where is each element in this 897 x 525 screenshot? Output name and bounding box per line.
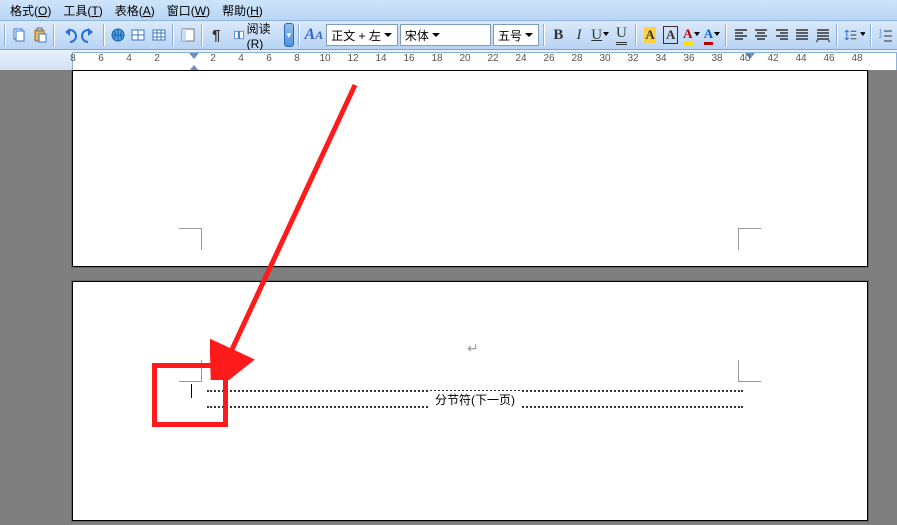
separator (635, 24, 637, 46)
separator (103, 24, 105, 46)
menu-format[interactable]: 格式(O) (4, 1, 57, 20)
align-center-button[interactable] (752, 23, 771, 47)
ruler-tick: 4 (227, 53, 255, 64)
show-marks-button[interactable]: ¶ (207, 23, 226, 47)
bold-button[interactable]: B (549, 23, 568, 47)
reading-layout-button[interactable]: 阅读(R) (228, 23, 282, 47)
ruler-tick: 34 (647, 53, 675, 64)
document-surface[interactable]: ↵ 分节符(下一页) (0, 70, 897, 525)
ruler-tick: 14 (367, 53, 395, 64)
ruler-tick: 20 (451, 53, 479, 64)
menu-window[interactable]: 窗口(W) (161, 1, 216, 20)
ruler-tick: 22 (479, 53, 507, 64)
insert-table-button[interactable] (150, 23, 169, 47)
section-break[interactable]: 分节符(下一页) (207, 390, 743, 408)
redo-button[interactable] (80, 23, 99, 47)
ruler-tick: 42 (759, 53, 787, 64)
align-justify-button[interactable] (793, 23, 812, 47)
page-gap (72, 267, 868, 281)
font-size-combo[interactable]: 五号 (493, 24, 539, 46)
ruler-tick: 2 (199, 53, 227, 64)
ruler-tick: 28 (563, 53, 591, 64)
ruler-tick: 6 (255, 53, 283, 64)
italic-button[interactable]: I (570, 23, 589, 47)
paragraph-mark-icon: ↵ (467, 340, 479, 357)
style-value: 正文 + 左 (331, 27, 381, 44)
ruler-tick: 48 (843, 53, 871, 64)
formatting-toolbar: ¶ 阅读(R) ▾ AA 正文 + 左 宋体 五号 B I U U A A A … (0, 21, 897, 50)
separator (298, 24, 300, 46)
ruler-tick: 46 (815, 53, 843, 64)
style-combo[interactable]: 正文 + 左 (326, 24, 398, 46)
highlight-button[interactable]: A (682, 23, 701, 47)
chevron-down-icon (522, 26, 536, 44)
ruler-tick: 16 (395, 53, 423, 64)
char-shading-button[interactable]: A (641, 23, 660, 47)
font-color-button[interactable]: A (703, 23, 722, 47)
margin-mark (179, 228, 201, 250)
ruler-tick: 8 (59, 53, 87, 64)
ruler-tick: 30 (591, 53, 619, 64)
paste-button[interactable] (31, 23, 50, 47)
copy-button[interactable] (10, 23, 29, 47)
ruler-tick: 32 (619, 53, 647, 64)
separator (53, 24, 55, 46)
menu-bar: 格式(O) 工具(T) 表格(A) 窗口(W) 帮助(H) (0, 0, 897, 21)
ruler-tick: 12 (339, 53, 367, 64)
separator (543, 24, 545, 46)
numbering-button[interactable]: 12 (876, 23, 895, 47)
ruler-tick: 8 (283, 53, 311, 64)
align-right-button[interactable] (773, 23, 792, 47)
line-spacing-button[interactable] (842, 23, 866, 47)
ruler-tick: 26 (535, 53, 563, 64)
ruler-tick: 24 (507, 53, 535, 64)
chevron-down-icon (429, 26, 443, 44)
tables-borders-button[interactable] (129, 23, 148, 47)
font-value: 宋体 (405, 27, 429, 44)
ruler-tick: 36 (675, 53, 703, 64)
ruler-tick: 4 (115, 53, 143, 64)
separator (4, 24, 6, 46)
annotation-highlight-box (152, 363, 228, 427)
align-left-button[interactable] (731, 23, 750, 47)
pages-container: ↵ 分节符(下一页) (72, 70, 868, 521)
hyperlink-button[interactable] (109, 23, 128, 47)
ruler-tick: 38 (703, 53, 731, 64)
reading-label: 阅读(R) (247, 20, 277, 51)
distributed-button[interactable] (814, 23, 833, 47)
margin-mark (739, 360, 761, 382)
ruler-tick: 18 (423, 53, 451, 64)
undo-button[interactable] (59, 23, 78, 47)
ruler-tick: 6 (87, 53, 115, 64)
separator (201, 24, 203, 46)
menu-help[interactable]: 帮助(H) (216, 1, 269, 20)
chevron-down-icon (381, 26, 395, 44)
page-1[interactable] (72, 70, 868, 267)
separator (870, 24, 872, 46)
ruler-tick: 10 (311, 53, 339, 64)
separator (725, 24, 727, 46)
ruler-tick: 40 (731, 53, 759, 64)
char-border-button[interactable]: A (661, 23, 680, 47)
font-combo[interactable]: 宋体 (400, 24, 491, 46)
size-value: 五号 (498, 27, 522, 44)
styles-task-pane-button[interactable]: AA (304, 23, 325, 47)
separator (172, 24, 174, 46)
toolbar-options-button[interactable]: ▾ (284, 23, 294, 47)
ruler-tick: 44 (787, 53, 815, 64)
menu-table[interactable]: 表格(A) (109, 1, 161, 20)
separator (836, 24, 838, 46)
margin-mark (739, 228, 761, 250)
first-line-indent-marker[interactable] (189, 53, 199, 59)
svg-text:2: 2 (879, 34, 882, 40)
ruler-scale: 8642246810121416182022242628303234363840… (72, 52, 897, 72)
ruler-tick: 2 (143, 53, 171, 64)
document-map-button[interactable] (178, 23, 197, 47)
menu-tools[interactable]: 工具(T) (57, 1, 108, 20)
double-underline-button[interactable]: U (612, 23, 631, 47)
underline-button[interactable]: U (590, 23, 610, 47)
section-break-label: 分节符(下一页) (429, 391, 521, 408)
